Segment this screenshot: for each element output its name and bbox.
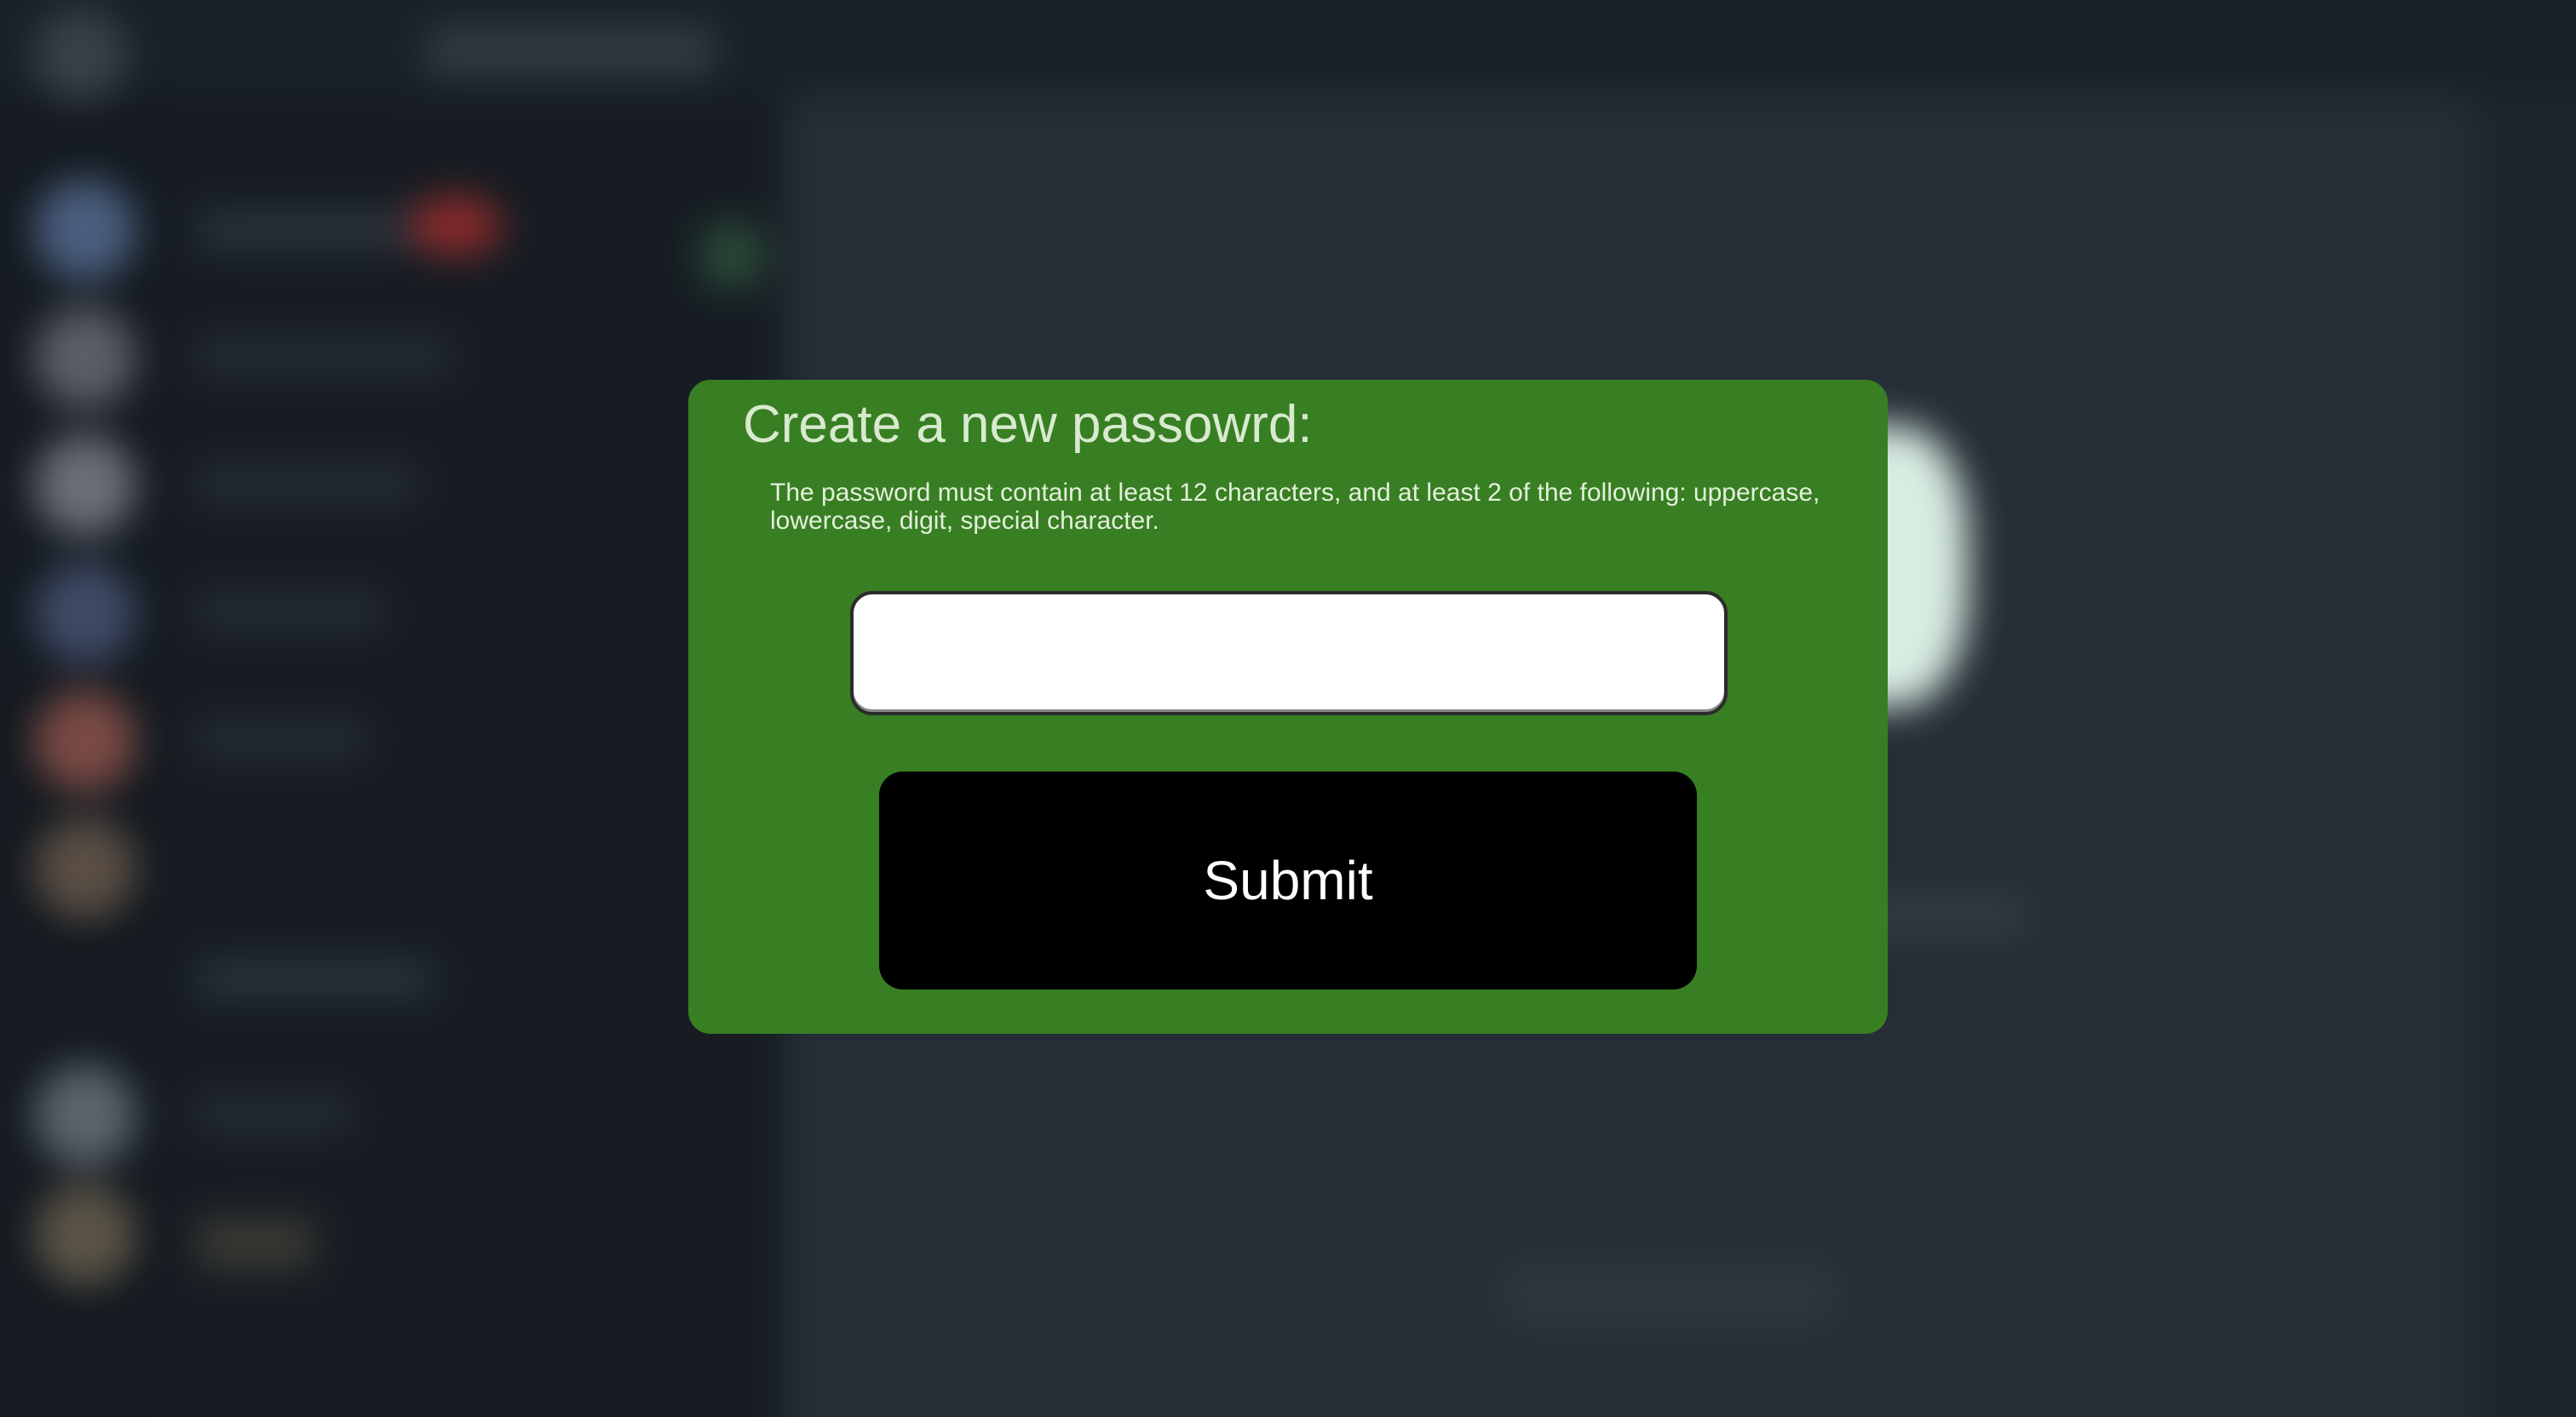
- background-top-bar: [0, 0, 2576, 94]
- new-password-input[interactable]: [850, 591, 1728, 715]
- dialog-title: Create a new passowrd:: [743, 395, 1313, 454]
- password-requirements-text: The password must contain at least 12 ch…: [770, 479, 1820, 535]
- background-right-panel: [2470, 94, 2576, 1417]
- create-password-dialog: Create a new passowrd: The password must…: [688, 380, 1888, 1034]
- submit-button[interactable]: Submit: [879, 772, 1697, 990]
